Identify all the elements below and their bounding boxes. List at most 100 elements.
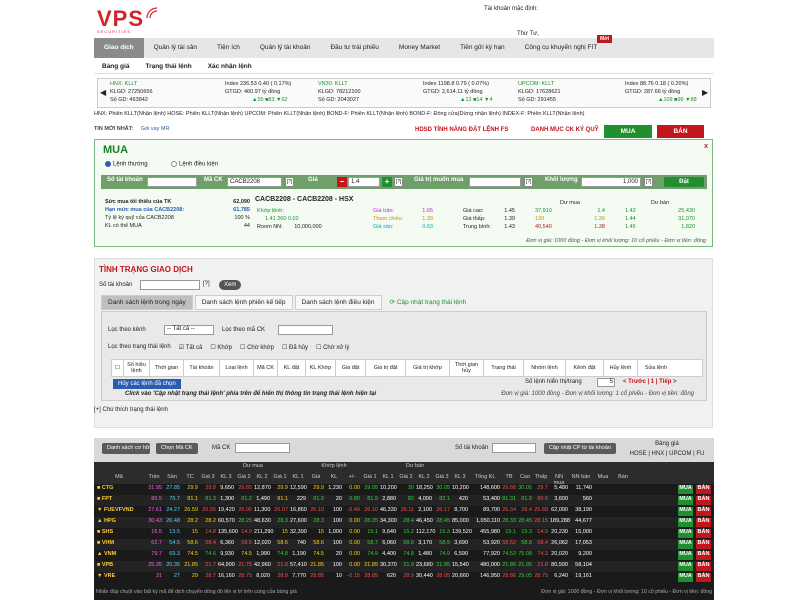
board-cell: -0.15 [347,573,360,579]
ticker-prev-icon[interactable]: ◀ [100,89,106,97]
account-input[interactable] [147,177,197,187]
nav-term-deposit[interactable]: Tiền gửi kỳ hạn [450,38,515,58]
tab-conditional[interactable]: Danh sách lệnh điều kiện [294,295,382,310]
symbol-cell: ■ VHM [97,540,115,546]
board-col-header: Bán [618,474,628,480]
board-cell: 74.6 [205,551,216,557]
quick-sell-button[interactable]: BÁN [696,562,711,571]
status-help-button[interactable]: [?] [203,281,210,287]
price-minus-button[interactable]: − [337,177,347,187]
news-link[interactable]: Gói vay MR [141,126,170,132]
board-row[interactable]: ▼ FUEVFVND 27.61 24.27 26.59 20.55 19,420 26.0… [94,506,714,517]
quick-buy-button[interactable]: MUA [678,551,693,560]
refresh-status-link[interactable]: ⟳ Cập nhật trạng thái lệnh [384,295,473,310]
tab-next-session[interactable]: Danh sách lệnh phiên kế tiếp [194,295,293,310]
ask-price: 1.45 [625,224,636,230]
close-icon[interactable]: x [704,143,708,150]
board-cell: 139,520 [452,529,472,535]
board-cell: 20,660 [452,573,469,579]
board-cell: 25.35 [148,562,162,568]
quantity-help-button[interactable]: [?] [644,177,653,187]
filter-matched[interactable]: ☐ Khớp [210,344,232,351]
tab-buy[interactable]: MUA [604,125,652,138]
nav-assets[interactable]: Quản lý tài sản [144,38,207,58]
quick-buy-button[interactable]: MUA [678,507,693,516]
symbol-help-button[interactable]: [?] [285,177,294,187]
quick-buy-button[interactable]: MUA [678,485,693,494]
board-row[interactable]: ■ CTG 31.95 27.85 29.9 29.8 9,650 29.85 12,870 2… [94,484,714,495]
board-row[interactable]: ▲ VNM 79.7 69.3 74.5 74.6 9,930 74.5 1,990 74.8 1… [94,550,714,561]
subnav-order-status[interactable]: Trạng thái lệnh [137,63,199,70]
nav-money-market[interactable]: Money Market [389,38,450,58]
quick-sell-button[interactable]: BÁN [696,518,711,527]
choose-symbol-button[interactable]: Chọn Mã CK [156,443,198,454]
value-input[interactable] [469,177,521,187]
update-from-account-button[interactable]: Cập nhật CP từ tài khoản [544,443,616,454]
ceiling-value: 1.65 [422,208,433,214]
status-account-input[interactable] [140,280,200,290]
subnav-price-board[interactable]: Bảng giá [94,63,137,70]
symbol-input[interactable]: CACB2208 [227,177,282,187]
board-exchange-links[interactable]: HOSE | HNX | UPCOM | FU [624,451,710,457]
select-all-checkbox[interactable]: ☐ [112,360,124,376]
quick-buy-button[interactable]: MUA [678,573,693,582]
subnav-order-confirm[interactable]: Xác nhận lệnh [200,63,260,70]
quick-sell-button[interactable]: BÁN [696,507,711,516]
nav-utilities[interactable]: Tiện ích [207,38,250,58]
quick-buy-button[interactable]: MUA [678,529,693,538]
price-plus-button[interactable]: + [382,177,392,187]
board-row[interactable]: ■ VHM 62.7 54.5 58.6 58.4 6,360 58.5 12,020 58.6… [94,539,714,550]
quick-buy-button[interactable]: MUA [678,540,693,549]
quick-sell-button[interactable]: BÁN [696,551,711,560]
tab-sell[interactable]: BÁN [657,125,704,138]
board-row[interactable]: ■ VPB 25.35 20.35 21.85 21.7 64,900 21.75 42,96… [94,561,714,572]
holdings-button[interactable]: Danh sách cơ hữu xem danh mục [102,443,150,454]
tab-today-orders[interactable]: Danh sách lệnh trong ngày [101,295,193,310]
board-cell: 74.3 [537,551,548,557]
quick-sell-button[interactable]: BÁN [696,529,711,538]
board-cell: 54.5 [169,540,180,546]
vps-logo[interactable]: VPS SECURITIES [97,7,167,36]
symbol-filter-input[interactable] [278,325,333,335]
nav-trading[interactable]: Giao dịch [94,38,144,58]
quick-sell-button[interactable]: BÁN [696,485,711,494]
per-page-input[interactable]: 5 [597,378,615,387]
price-input[interactable]: 1.4 [348,177,380,187]
filter-cancelled[interactable]: ☐ Đã hủy [282,344,308,351]
quick-sell-button[interactable]: BÁN [696,540,711,549]
channel-select[interactable]: -- Tất cả -- [164,325,214,335]
board-row[interactable]: ▼ VRE 31 27 29 28.7 16,160 28.75 8,020 28.8 7,770… [94,572,714,583]
board-cell: 30 [407,485,414,491]
board-row[interactable]: ■ SHS 16.5 13.5 15 14.8 135,600 14.9 211,290 15 3… [94,528,714,539]
margin-list-link[interactable]: DANH MỤC CK KÝ QUỸ [531,127,599,133]
quick-sell-button[interactable]: BÁN [696,496,711,505]
value-help-button[interactable]: [?] [524,177,533,187]
board-symbol-input[interactable] [235,443,290,453]
radio-normal-order[interactable]: Lệnh thường [105,161,148,168]
quick-buy-button[interactable]: MUA [678,518,693,527]
price-help-button[interactable]: [?] [394,177,403,187]
board-cell: 31.95 [148,485,162,491]
board-row[interactable]: ■ FPT 86.5 75.7 81.1 81.3 1,300 81.2 1,490 81.1 2… [94,495,714,506]
cancel-selected-button[interactable]: Hủy các lệnh đã chọn [113,379,181,389]
filter-pending[interactable]: ☐ Chờ khớp [240,344,274,351]
quantity-input[interactable]: 1,000 [581,177,641,187]
ticker-next-icon[interactable]: ▶ [702,89,708,97]
nav-bonds[interactable]: Đầu tư trái phiếu [320,38,388,58]
board-row[interactable]: ▲ HPG 30.43 26.48 28.2 28.2 60,570 28.25 48,630… [94,517,714,528]
quick-buy-button[interactable]: MUA [678,562,693,571]
hdsd-link[interactable]: HDSD TÍNH NĂNG ĐẶT LỆNH FS [415,127,508,133]
view-button[interactable]: Xem [219,280,242,290]
status-legend-link[interactable]: [+] Chú thích trạng thái lệnh [94,407,168,413]
nav-fit[interactable]: Công cụ khuyến nghị FIT [515,38,608,58]
radio-conditional-order[interactable]: Lệnh điều kiện [171,161,218,168]
filter-processing[interactable]: ☐ Chờ xử lý [316,344,349,351]
place-order-button[interactable]: Đặt [664,177,704,187]
filter-all[interactable]: ☑ Tất cả [179,344,203,351]
quick-buy-button[interactable]: MUA [678,496,693,505]
pager[interactable]: < Trước | 1 | Tiếp > [623,379,677,385]
board-cell: 21.9 [403,562,414,568]
quick-sell-button[interactable]: BÁN [696,573,711,582]
nav-account[interactable]: Quản lý tài khoản [250,38,321,58]
board-account-input[interactable] [492,443,536,453]
